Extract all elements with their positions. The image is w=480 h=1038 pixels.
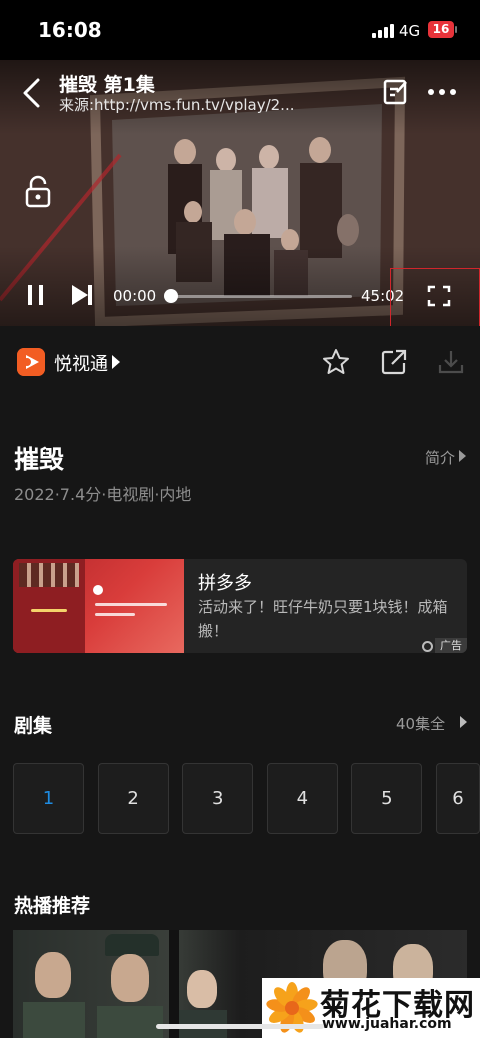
video-source: 来源:http://vms.fun.tv/vplay/2... bbox=[59, 96, 295, 114]
app-name-link[interactable]: 悦视通 bbox=[54, 350, 108, 376]
episode-item-2[interactable]: 2 bbox=[97, 763, 169, 834]
network-label: 4G bbox=[399, 22, 421, 40]
ad-description: 活动来了！旺仔牛奶只要1块钱！成箱搬！ bbox=[198, 598, 448, 640]
recommend-title: 热播推荐 bbox=[14, 895, 91, 917]
show-meta: 2022·7.4分·电视剧·内地 bbox=[14, 485, 192, 504]
current-time: 00:00 bbox=[113, 287, 157, 305]
skip-next-icon[interactable] bbox=[70, 284, 94, 306]
video-title: 摧毁 第1集 bbox=[59, 74, 155, 96]
back-arrow-icon[interactable] bbox=[20, 78, 44, 108]
app-arrow-icon[interactable] bbox=[112, 355, 120, 369]
edit-note-icon[interactable] bbox=[382, 78, 410, 106]
download-icon[interactable] bbox=[437, 348, 465, 376]
progress-bar[interactable] bbox=[170, 295, 352, 298]
signal-icon bbox=[372, 24, 394, 38]
watermark: 菊花下载网 www.juahar.com bbox=[262, 978, 480, 1038]
episode-item-3[interactable]: 3 bbox=[182, 763, 254, 834]
home-indicator[interactable] bbox=[156, 1024, 324, 1029]
show-title: 摧毁 bbox=[14, 445, 65, 474]
ad-card[interactable]: 拼多多 活动来了！旺仔牛奶只要1块钱！成箱搬！ 广告 bbox=[13, 559, 467, 653]
episodes-title: 剧集 bbox=[14, 715, 53, 737]
episode-item-5[interactable]: 5 bbox=[351, 763, 423, 834]
fullscreen-highlight-box bbox=[390, 268, 480, 326]
unlock-icon[interactable] bbox=[24, 175, 52, 209]
ad-image bbox=[13, 559, 184, 653]
progress-knob[interactable] bbox=[164, 289, 178, 303]
ad-title: 拼多多 bbox=[198, 573, 252, 594]
source-row: 悦视通 bbox=[0, 326, 480, 404]
app-logo-icon[interactable] bbox=[17, 348, 45, 376]
pause-icon[interactable] bbox=[25, 284, 47, 306]
star-icon[interactable] bbox=[322, 348, 350, 376]
episode-item-1[interactable]: 1 bbox=[13, 763, 84, 834]
intro-arrow-icon[interactable] bbox=[459, 450, 466, 462]
video-player[interactable]: 摧毁 第1集 来源:http://vms.fun.tv/vplay/2... 0… bbox=[0, 60, 480, 326]
episodes-count-link[interactable]: 40集全 bbox=[396, 713, 445, 734]
watermark-url: www.juahar.com bbox=[322, 1016, 452, 1032]
episodes-arrow-icon[interactable] bbox=[460, 716, 467, 728]
status-bar: 16:08 4G 16 bbox=[0, 0, 480, 60]
episode-item-4[interactable]: 4 bbox=[266, 763, 338, 834]
battery-tip bbox=[455, 26, 457, 33]
ad-brand-icon bbox=[422, 641, 433, 652]
share-icon[interactable] bbox=[380, 348, 408, 376]
episode-item-6[interactable]: 6 bbox=[436, 763, 480, 834]
more-icon[interactable] bbox=[426, 78, 458, 106]
ad-badge: 广告 bbox=[435, 638, 467, 653]
status-time: 16:08 bbox=[38, 18, 102, 42]
intro-link[interactable]: 简介 bbox=[425, 447, 455, 468]
battery-icon: 16 bbox=[428, 21, 454, 38]
